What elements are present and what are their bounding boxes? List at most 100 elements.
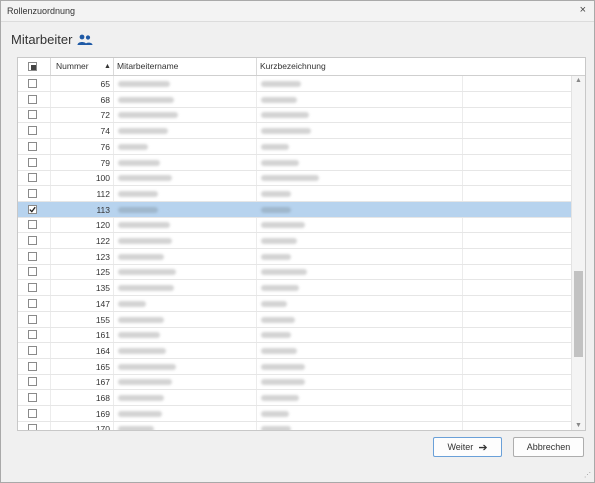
employee-short-name-redacted <box>261 253 291 260</box>
employee-number: 147 <box>95 298 110 309</box>
row-checkbox[interactable] <box>28 236 37 245</box>
table-row[interactable]: 125 <box>18 264 571 281</box>
table-row[interactable]: 122 <box>18 233 571 249</box>
row-checkbox[interactable] <box>28 267 37 277</box>
row-checkbox[interactable] <box>28 157 37 167</box>
employee-number: 79 <box>100 157 110 168</box>
sort-ascending-icon: ▲ <box>104 63 111 70</box>
row-checkbox[interactable] <box>28 126 37 136</box>
employee-name-redacted <box>118 285 174 292</box>
next-button[interactable]: Weiter ➔ <box>433 437 502 457</box>
table-row[interactable]: 68 <box>18 92 571 108</box>
table-row[interactable]: 161 <box>18 327 571 344</box>
employee-number: 170 <box>95 424 110 431</box>
employee-short-name-redacted <box>261 175 319 182</box>
row-checkbox[interactable] <box>28 141 37 151</box>
close-icon[interactable]: × <box>580 4 586 16</box>
table-row[interactable]: 72 <box>18 107 571 124</box>
employee-short-name-redacted <box>261 426 291 430</box>
employee-short-name-redacted <box>261 332 291 339</box>
title-bar[interactable]: Rollenzuordnung × <box>1 1 594 22</box>
table-row[interactable]: 155 <box>18 312 571 328</box>
row-checkbox[interactable] <box>28 79 37 88</box>
employee-number: 165 <box>95 361 110 372</box>
cancel-button-label: Abbrechen <box>526 442 571 452</box>
grid-header: Nummer ▲ Mitarbeitername Kurzbezeichnung <box>18 58 585 76</box>
employee-short-name-redacted <box>261 269 307 276</box>
table-row[interactable]: 79 <box>18 155 571 171</box>
table-row[interactable]: 165 <box>18 359 571 375</box>
employee-short-name-redacted <box>261 395 299 401</box>
table-row[interactable]: 120 <box>18 217 571 234</box>
employee-short-name-redacted <box>261 81 301 87</box>
employee-name-redacted <box>118 410 162 417</box>
row-checkbox[interactable] <box>28 188 37 198</box>
table-row[interactable]: 76 <box>18 139 571 155</box>
table-row[interactable]: 65 <box>18 76 571 92</box>
employee-short-name-redacted <box>261 128 311 135</box>
row-checkbox[interactable] <box>28 330 37 340</box>
employee-short-name-redacted <box>261 238 297 244</box>
row-checkbox[interactable] <box>28 377 37 387</box>
employee-number: 120 <box>95 220 110 231</box>
table-row[interactable]: 74 <box>18 123 571 140</box>
employee-name-redacted <box>118 395 164 401</box>
employee-number: 167 <box>95 377 110 388</box>
table-row[interactable]: 168 <box>18 390 571 406</box>
row-checkbox[interactable] <box>28 204 37 214</box>
row-checkbox[interactable] <box>28 110 37 120</box>
section-title: Mitarbeiter <box>11 32 73 47</box>
employee-short-name-redacted <box>261 222 305 229</box>
scroll-down-icon[interactable]: ▼ <box>575 422 582 429</box>
employee-name-redacted <box>118 363 176 370</box>
employee-number: 100 <box>95 173 110 184</box>
column-header-number[interactable]: Nummer <box>56 58 89 75</box>
employee-name-redacted <box>118 269 176 276</box>
table-row[interactable]: 147 <box>18 296 571 312</box>
employee-number: 113 <box>96 204 110 215</box>
scrollbar-thumb[interactable] <box>574 271 583 357</box>
vertical-scrollbar[interactable]: ▲ ▼ <box>571 76 585 430</box>
employee-number: 161 <box>95 330 110 341</box>
scroll-up-icon[interactable]: ▲ <box>575 77 582 84</box>
row-checkbox[interactable] <box>28 408 37 418</box>
resize-grip-icon[interactable]: ⋰ <box>584 471 591 479</box>
table-row[interactable]: 170 <box>18 421 571 431</box>
table-row[interactable]: 135 <box>18 280 571 297</box>
row-checkbox[interactable] <box>28 94 37 104</box>
table-row[interactable]: 113 <box>18 201 571 218</box>
row-checkbox[interactable] <box>28 283 37 293</box>
cancel-button[interactable]: Abbrechen <box>513 437 584 457</box>
row-checkbox[interactable] <box>28 345 37 355</box>
row-checkbox[interactable] <box>28 173 37 183</box>
row-checkbox[interactable] <box>28 298 37 308</box>
employee-name-redacted <box>118 238 172 244</box>
arrow-right-icon: ➔ <box>478 441 488 454</box>
row-checkbox[interactable] <box>28 393 37 402</box>
employee-number: 168 <box>95 393 110 403</box>
table-row[interactable]: 100 <box>18 170 571 187</box>
employee-number: 68 <box>100 94 110 105</box>
row-checkbox[interactable] <box>28 314 37 324</box>
table-row[interactable]: 169 <box>18 406 571 422</box>
row-checkbox[interactable] <box>28 361 37 371</box>
row-checkbox[interactable] <box>28 220 37 230</box>
table-row[interactable]: 123 <box>18 249 571 265</box>
table-row[interactable]: 164 <box>18 343 571 359</box>
employee-number: 112 <box>96 188 110 199</box>
column-header-name[interactable]: Mitarbeitername <box>117 58 178 75</box>
employee-short-name-redacted <box>261 285 299 292</box>
employee-short-name-redacted <box>261 159 299 166</box>
row-checkbox[interactable] <box>28 424 37 430</box>
table-row[interactable]: 112 <box>18 186 571 202</box>
employee-number: 123 <box>95 251 110 262</box>
employee-name-redacted <box>118 316 164 323</box>
employee-short-name-redacted <box>261 143 289 150</box>
employee-short-name-redacted <box>261 300 287 307</box>
column-header-short[interactable]: Kurzbezeichnung <box>260 58 326 75</box>
table-row[interactable]: 167 <box>18 374 571 391</box>
employee-name-redacted <box>118 300 146 307</box>
employee-name-redacted <box>118 190 158 197</box>
row-checkbox[interactable] <box>28 251 37 261</box>
select-all-checkbox[interactable] <box>28 62 37 71</box>
